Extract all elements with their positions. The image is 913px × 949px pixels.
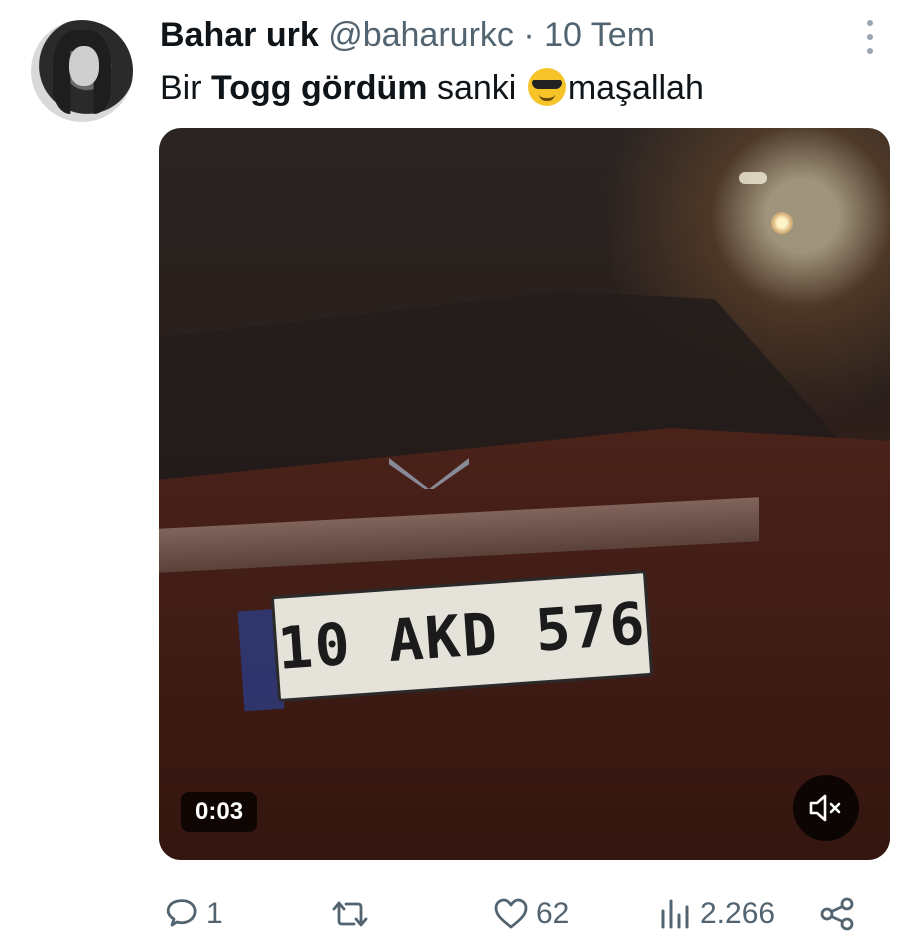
- tweet-text: Bir Togg gördüm sanki maşallah: [160, 68, 704, 108]
- author-handle[interactable]: @baharurkc: [328, 16, 514, 54]
- video-duration: 0:03: [181, 792, 258, 832]
- video-player[interactable]: 10 AKD 576 0:03: [159, 128, 890, 860]
- share-button[interactable]: [818, 892, 858, 936]
- reply-button[interactable]: 1: [164, 892, 223, 936]
- muted-speaker-icon: [809, 794, 841, 822]
- like-button[interactable]: 62: [492, 892, 569, 936]
- views-count: 2.266: [700, 897, 776, 930]
- tweet-date[interactable]: 10 Tem: [544, 16, 655, 54]
- retweet-icon: [332, 901, 368, 927]
- more-options-icon[interactable]: [862, 20, 878, 54]
- separator-dot: ·: [523, 16, 535, 54]
- tweet-text-prefix: Bir: [160, 69, 211, 107]
- like-count: 62: [536, 897, 570, 930]
- street-light: [739, 172, 767, 184]
- reply-icon: [166, 899, 197, 927]
- more-dot: [867, 34, 873, 40]
- views-button[interactable]: 2.266: [658, 892, 775, 936]
- tweet-header: Bahar urk @baharurkc · 10 Tem: [160, 16, 655, 55]
- mute-button[interactable]: [793, 775, 859, 841]
- avatar[interactable]: [31, 20, 133, 122]
- tweet-text-bold: Togg gördüm: [211, 69, 428, 107]
- avatar-face: [69, 46, 99, 86]
- views-chart-icon: [661, 899, 689, 929]
- retweet-button[interactable]: [328, 892, 378, 936]
- share-icon: [820, 897, 854, 931]
- reply-count: 1: [206, 897, 223, 930]
- more-dot: [867, 20, 873, 26]
- more-dot: [867, 48, 873, 54]
- author-name[interactable]: Bahar urk: [160, 16, 319, 54]
- tweet-text-suffix: maşallah: [567, 69, 704, 107]
- tweet-actions: 1 62 2.266: [160, 892, 900, 936]
- sunglasses-emoji-icon: [527, 68, 566, 106]
- tweet-text-middle: sanki: [427, 69, 526, 107]
- heart-icon: [494, 898, 528, 929]
- street-light-glow: [771, 212, 793, 234]
